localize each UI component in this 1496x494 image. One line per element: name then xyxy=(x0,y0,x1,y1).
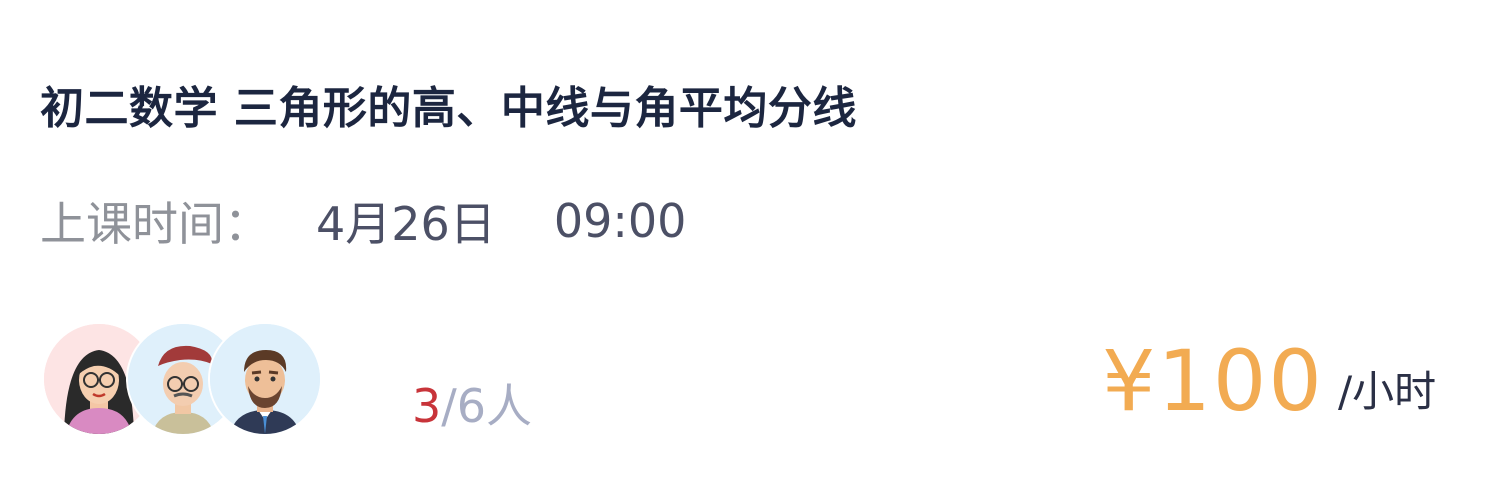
participant-avatars xyxy=(42,322,332,438)
schedule-time: 09:00 xyxy=(553,194,687,248)
course-title: 初二数学 三角形的高、中线与角平均分线 xyxy=(40,83,857,134)
schedule-date: 4月26日 xyxy=(316,197,496,251)
man-suit-avatar-icon xyxy=(208,322,322,436)
enrollment-current: 3 xyxy=(412,379,442,433)
schedule-label: 上课时间： xyxy=(40,197,270,251)
price-amount: ¥100 xyxy=(1102,332,1324,430)
schedule-row: 上课时间： 4月26日 09:00 xyxy=(40,188,686,254)
price-unit: /小时 xyxy=(1338,367,1437,416)
course-card[interactable]: 初二数学 三角形的高、中线与角平均分线 上课时间： 4月26日 09:00 3/… xyxy=(0,0,1496,494)
enrollment-count: 3/6人 xyxy=(412,370,532,436)
enrollment-capacity: /6人 xyxy=(441,379,533,433)
